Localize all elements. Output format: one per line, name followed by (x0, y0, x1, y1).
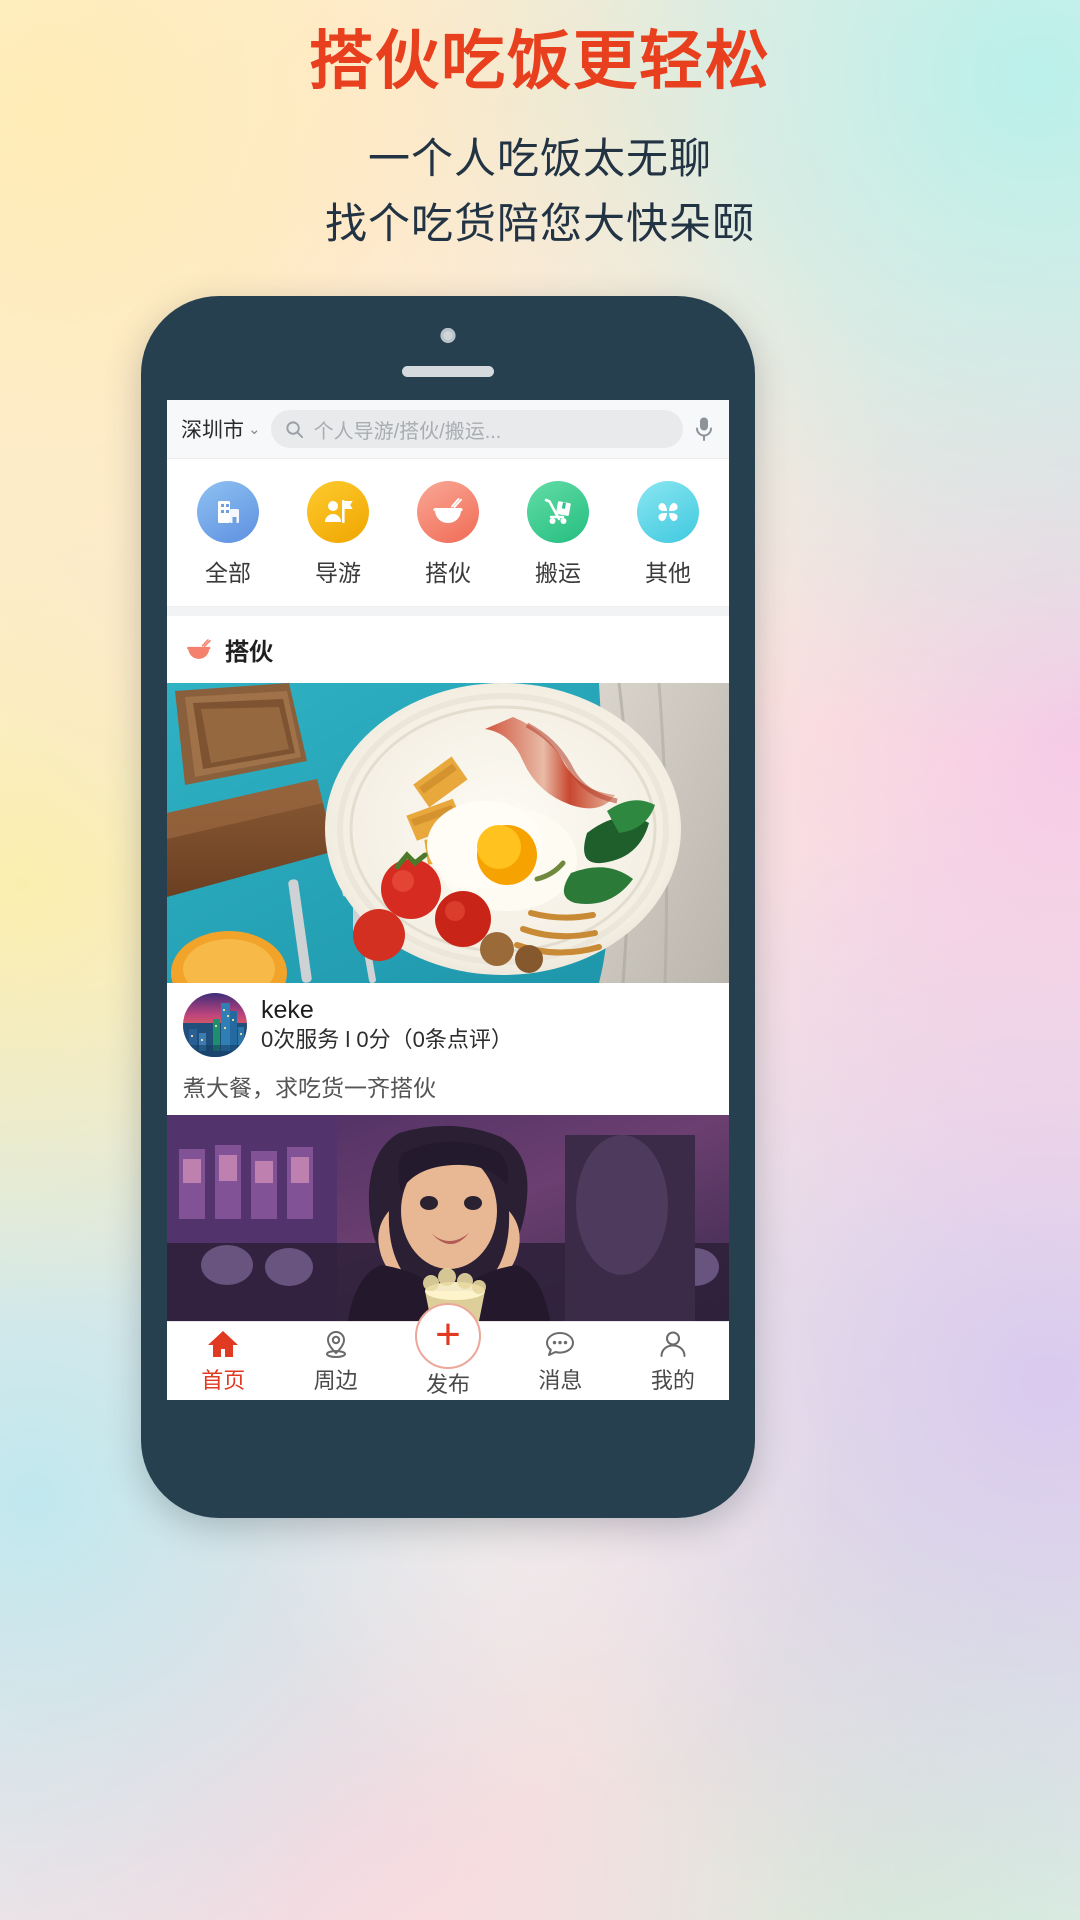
hand-truck-icon (527, 481, 589, 543)
search-bar: 深圳市 ⌄ 个人导游/搭伙/搬运... (167, 400, 729, 459)
guide-flag-icon (307, 481, 369, 543)
category-label: 全部 (205, 560, 251, 586)
promo-subtitle-line-1: 一个人吃饭太无聊 (367, 134, 712, 182)
chat-bubble-icon (544, 1327, 576, 1359)
category-label: 搭伙 (425, 560, 471, 586)
category-item-guide[interactable]: 导游 (283, 481, 393, 588)
tab-label: 周边 (313, 1368, 358, 1393)
person-icon (658, 1327, 688, 1359)
post-photo-secondary[interactable] (167, 1115, 729, 1325)
plus-circle-icon[interactable]: + (415, 1303, 482, 1369)
section-title: 搭伙 (225, 639, 273, 666)
category-label: 其他 (645, 560, 691, 586)
post-caption: 煮大餐，求吃货一齐搭伙 (167, 1061, 729, 1115)
section-header-dining: 搭伙 (167, 607, 729, 683)
page-title: 搭伙吃饭更轻松 (309, 25, 771, 97)
home-indicator (388, 1478, 508, 1488)
post-photo[interactable] (167, 683, 729, 983)
buildings-icon (197, 481, 259, 543)
tab-label: 首页 (201, 1368, 246, 1393)
tab-label: 发布 (426, 1372, 471, 1397)
author-name: keke (261, 996, 314, 1025)
tab-home[interactable]: 首页 (167, 1327, 279, 1395)
avatar[interactable] (183, 993, 247, 1057)
microphone-icon[interactable] (693, 416, 715, 442)
category-label: 导游 (315, 560, 361, 586)
category-label: 搬运 (535, 560, 581, 586)
location-pin-icon (321, 1327, 351, 1359)
bottom-tab-bar: 首页 周边 + 发布 消息 我的 (167, 1303, 729, 1400)
promo-subtitle-line-2: 找个吃货陪您大快朵颐 (324, 199, 755, 247)
tab-label: 我的 (650, 1368, 695, 1393)
front-camera-icon (440, 328, 456, 343)
category-row: 全部 导游 搭伙 搬运 其他 (167, 459, 729, 607)
chevron-down-icon: ⌄ (248, 421, 261, 438)
promo-text-block: 搭伙吃饭更轻松 一个人吃饭太无聊 找个吃货陪您大快朵颐 (0, 25, 1080, 256)
app-screen: 深圳市 ⌄ 个人导游/搭伙/搬运... 全部 导游 搭伙 搬运 其他 搭伙 ke… (167, 400, 729, 1400)
category-item-dining[interactable]: 搭伙 (393, 481, 503, 588)
phone-mockup: 深圳市 ⌄ 个人导游/搭伙/搬运... 全部 导游 搭伙 搬运 其他 搭伙 ke… (141, 296, 755, 1518)
post-author-row[interactable]: keke 0次服务 l 0分（0条点评） (167, 983, 729, 1061)
category-item-moving[interactable]: 搬运 (503, 481, 613, 588)
category-item-other[interactable]: 其他 (613, 481, 723, 588)
earpiece-speaker (402, 366, 494, 377)
search-icon (286, 420, 303, 438)
city-selector[interactable]: 深圳市 ⌄ (181, 414, 261, 444)
search-input[interactable]: 个人导游/搭伙/搬运... (270, 410, 683, 448)
home-icon (207, 1327, 239, 1359)
author-stats: 0次服务 l 0分（0条点评） (261, 1027, 513, 1053)
tab-profile[interactable]: 我的 (617, 1327, 729, 1395)
tab-messages[interactable]: 消息 (504, 1327, 616, 1395)
search-placeholder: 个人导游/搭伙/搬运... (313, 420, 502, 443)
city-label: 深圳市 (181, 419, 244, 442)
clover-grid-icon (637, 481, 699, 543)
category-item-all[interactable]: 全部 (173, 481, 283, 588)
rice-bowl-icon (417, 481, 479, 543)
rice-bowl-icon (187, 638, 211, 659)
tab-publish[interactable]: + 发布 (392, 1303, 504, 1399)
tab-label: 消息 (538, 1368, 583, 1393)
tab-nearby[interactable]: 周边 (279, 1327, 391, 1395)
promo-subtitle: 一个人吃饭太无聊 找个吃货陪您大快朵颐 (0, 126, 1080, 256)
